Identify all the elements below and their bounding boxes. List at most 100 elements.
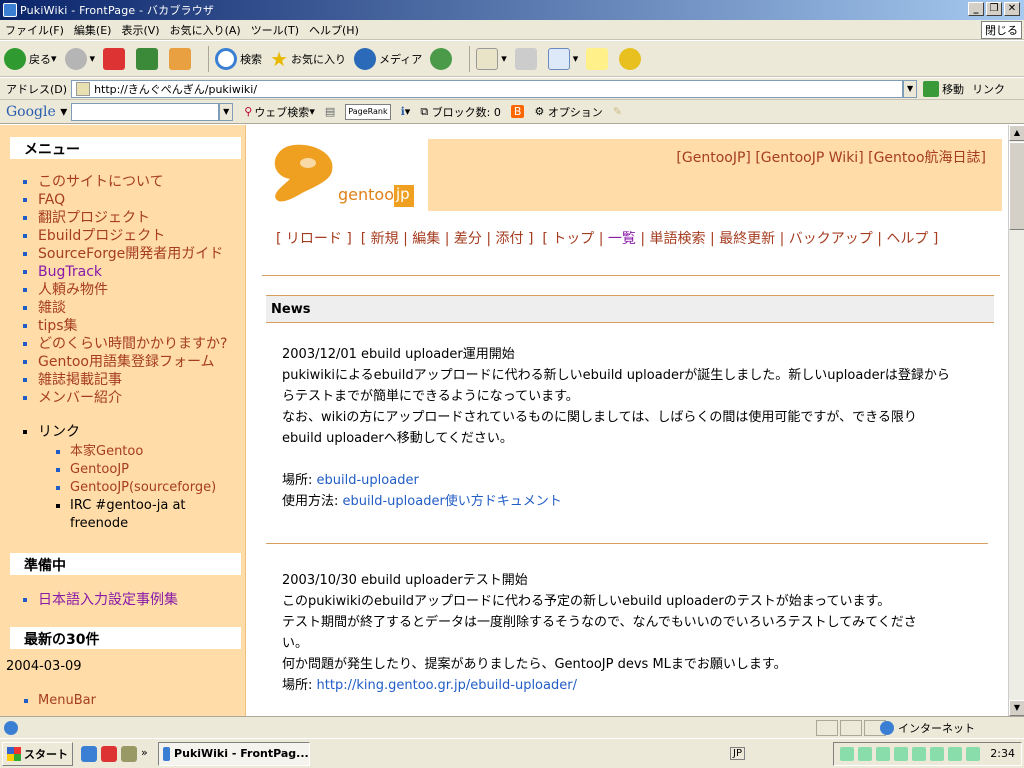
diff-link[interactable]: 差分	[454, 231, 482, 247]
app-quicklaunch-icon[interactable]	[101, 745, 117, 762]
recent-heading: 最新の30件	[10, 627, 241, 649]
address-dropdown[interactable]: ▼	[903, 79, 918, 98]
scroll-thumb[interactable]	[1009, 142, 1024, 230]
tray-app-icon[interactable]	[966, 746, 981, 761]
tray-app-icon[interactable]	[912, 746, 927, 761]
taskbar-window-button[interactable]: PukiWiki - FrontPag...	[157, 741, 310, 766]
news-button[interactable]: ▤	[325, 105, 335, 118]
reload-link[interactable]: リロード	[286, 231, 342, 247]
forward-button[interactable]: ▾	[64, 47, 95, 70]
place-link[interactable]: http://king.gentoo.gr.jp/ebuild-uploader…	[317, 678, 577, 693]
word-search-link[interactable]: 単語検索	[650, 231, 706, 247]
web-search-button[interactable]: ⚲ ウェブ検索 ▾	[244, 104, 315, 120]
tray-app-icon[interactable]	[930, 746, 945, 761]
google-logo[interactable]: Google ▾	[6, 104, 67, 120]
blogger-button[interactable]: B	[510, 105, 525, 118]
list-link[interactable]: 一覧	[608, 231, 636, 247]
prep-link[interactable]: 日本語入力設定事例集	[38, 592, 178, 608]
menu-link[interactable]: 人頼み物件	[38, 282, 108, 298]
options-button[interactable]: ⚙ オプション	[534, 104, 602, 120]
entry-line: い。	[282, 636, 309, 651]
menu-link[interactable]: どのくらい時間かかりますか?	[38, 336, 227, 352]
links-button[interactable]: リンク	[972, 81, 1005, 97]
menu-link[interactable]: 翻訳プロジェクト	[38, 210, 150, 226]
place-link[interactable]: ebuild-uploader	[317, 473, 419, 488]
app-quicklaunch-icon[interactable]	[121, 745, 137, 762]
menu-link[interactable]: tips集	[38, 318, 78, 334]
note-button[interactable]	[586, 47, 611, 70]
link[interactable]: GentooJP(sourceforge)	[70, 480, 216, 495]
edit-link[interactable]: 編集	[412, 231, 440, 247]
close-tab-button[interactable]: 閉じる	[981, 21, 1022, 39]
tray-volume-icon[interactable]	[894, 746, 909, 761]
gentoojp-link[interactable]: [GentooJP]	[676, 150, 750, 166]
popup-blocker[interactable]: ⧉ ブロック数: 0	[420, 104, 501, 120]
scroll-down-button[interactable]: ▼	[1009, 700, 1024, 716]
highlighter-icon: ✎	[612, 105, 623, 118]
go-button[interactable]: 移動	[923, 80, 964, 97]
tray-app-icon[interactable]	[948, 746, 963, 761]
ime-indicator[interactable]: JP	[730, 747, 745, 760]
favorites-button[interactable]: ★ お気に入り	[270, 47, 346, 71]
menu-link[interactable]: Gentoo用語集登録フォーム	[38, 354, 215, 370]
tray-ime-icon[interactable]	[858, 746, 873, 761]
search-button[interactable]: 検索	[215, 47, 262, 70]
browser-task-icon	[162, 746, 171, 761]
entry-line: テスト期間が終了するとデータは一度削除するそうなので、なんでもいいのでいろいろテ…	[282, 615, 917, 630]
menu-link[interactable]: メンバー紹介	[38, 390, 122, 406]
clock[interactable]: 2:34	[990, 747, 1015, 760]
vertical-scrollbar[interactable]: ▲ ▼	[1008, 125, 1024, 716]
menu-link[interactable]: 雑誌掲載記事	[38, 372, 122, 388]
close-window-button[interactable]: ✕	[1004, 2, 1020, 16]
gentoo-logo[interactable]: gentoo jp	[272, 141, 422, 215]
recent-link[interactable]: MenuBar	[38, 693, 96, 708]
link[interactable]: GentooJP	[70, 462, 129, 477]
new-link[interactable]: 新規	[371, 231, 399, 247]
tray-network-icon[interactable]	[876, 746, 891, 761]
menu-edit[interactable]: 編集(E)	[69, 22, 117, 38]
info-button[interactable]: ℹ ▾	[401, 105, 411, 118]
back-button[interactable]: 戻る ▾	[4, 47, 57, 70]
minimize-button[interactable]: _	[968, 2, 984, 16]
media-button[interactable]: メディア	[354, 47, 422, 70]
google-search-dropdown[interactable]: ▼	[219, 102, 234, 121]
print-button[interactable]	[514, 47, 540, 70]
restore-button[interactable]: ❐	[986, 2, 1002, 16]
link[interactable]: 本家Gentoo	[70, 444, 143, 459]
menu-link[interactable]: SourceForge開発者用ガイド	[38, 246, 223, 262]
menu-tools[interactable]: ツール(T)	[246, 22, 304, 38]
tray-keyboard-icon[interactable]	[840, 746, 855, 761]
recent-changes-link[interactable]: 最終更新	[719, 231, 775, 247]
refresh-button[interactable]	[136, 47, 161, 70]
menu-link[interactable]: Ebuildプロジェクト	[38, 228, 165, 244]
help-link[interactable]: ヘルプ	[886, 231, 928, 247]
highlighter-button[interactable]: ✎	[613, 105, 622, 118]
gentoo-log-link[interactable]: [Gentoo航海日誌]	[868, 150, 986, 166]
menu-view[interactable]: 表示(V)	[116, 22, 164, 38]
history-button[interactable]	[430, 47, 455, 70]
menu-link[interactable]: このサイトについて	[38, 174, 164, 190]
start-button[interactable]: スタート	[2, 741, 73, 766]
top-link[interactable]: トップ	[552, 231, 594, 247]
yahoo-button[interactable]	[619, 47, 644, 70]
home-button[interactable]	[169, 47, 194, 70]
menu-link[interactable]: FAQ	[38, 192, 65, 208]
backup-link[interactable]: バックアップ	[789, 231, 873, 247]
attach-link[interactable]: 添付	[496, 231, 524, 247]
quicklaunch-more[interactable]: »	[141, 746, 148, 762]
address-input[interactable]: http://きんぐぺんぎん/pukiwiki/	[71, 79, 904, 98]
menu-link[interactable]: 雑談	[38, 300, 66, 316]
menu-link[interactable]: BugTrack	[38, 264, 102, 280]
mail-button[interactable]: ▾	[476, 47, 507, 70]
ie-quicklaunch-icon[interactable]	[81, 745, 97, 762]
google-search-input[interactable]	[71, 102, 220, 121]
stop-button[interactable]	[103, 47, 128, 70]
menu-item: FAQ	[38, 191, 245, 209]
scroll-up-button[interactable]: ▲	[1009, 125, 1024, 141]
usage-link[interactable]: ebuild-uploader使い方ドキュメント	[343, 494, 562, 509]
menu-file[interactable]: ファイル(F)	[0, 22, 69, 38]
gentoojp-wiki-link[interactable]: [GentooJP Wiki]	[755, 150, 863, 166]
menu-help[interactable]: ヘルプ(H)	[304, 22, 364, 38]
menu-favorites[interactable]: お気に入り(A)	[165, 22, 246, 38]
edit-button[interactable]: ▾	[547, 47, 578, 70]
